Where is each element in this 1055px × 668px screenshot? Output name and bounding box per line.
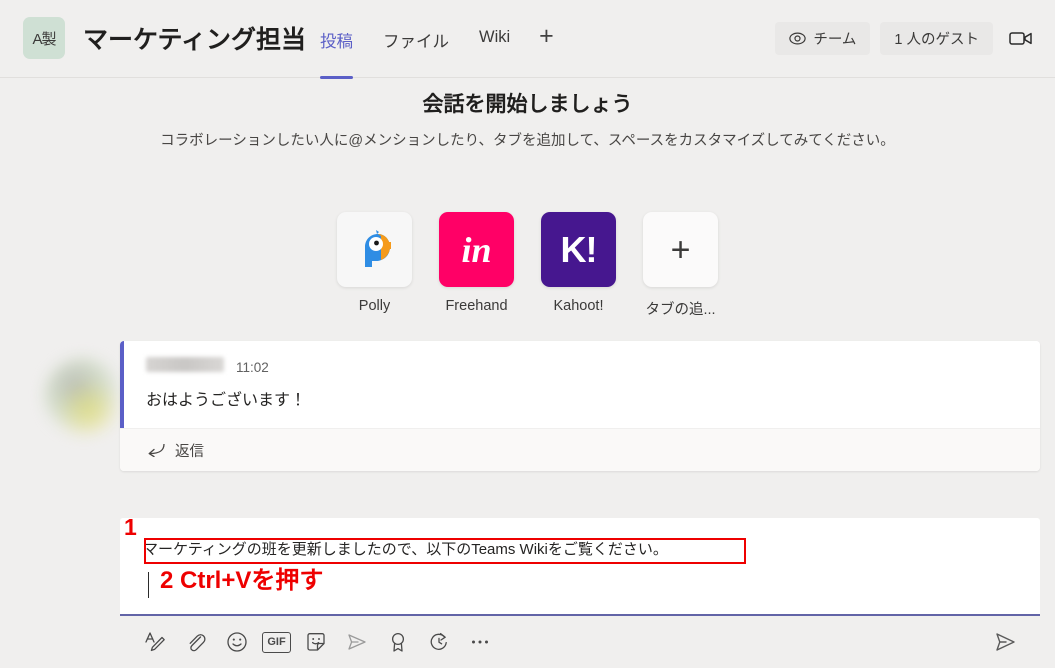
in-logo-text: in <box>461 229 492 270</box>
team-avatar: A製 <box>23 17 65 59</box>
app-tile-polly[interactable]: Polly <box>337 212 413 319</box>
message-body: 11:02 おはようございます！ <box>120 341 1040 428</box>
tab-files[interactable]: ファイル <box>368 28 464 52</box>
tab-posts[interactable]: 投稿 <box>305 28 368 79</box>
app-tiles: Polly in Freehand K! Kahoot! + タブの追... <box>0 212 1055 319</box>
send-button[interactable] <box>988 625 1022 659</box>
video-camera-icon[interactable] <box>1003 22 1039 55</box>
reply-label: 返信 <box>175 443 204 460</box>
app-tile-add[interactable]: + タブの追... <box>643 212 719 319</box>
plus-glyph: + <box>670 230 691 269</box>
app-header: A製 マーケティング担当 投稿 ファイル Wiki + チーム 1 人のゲスト <box>0 0 1055 79</box>
app-tile-label: タブの追... <box>645 302 716 318</box>
app-tile-label: Kahoot! <box>553 298 604 314</box>
more-icon[interactable] <box>464 626 496 658</box>
format-icon[interactable] <box>139 626 171 658</box>
polly-parrot-icon <box>337 212 412 287</box>
app-tile-label: Freehand <box>445 298 508 314</box>
praise-icon[interactable] <box>382 626 414 658</box>
invision-in-icon: in <box>439 212 514 287</box>
message-card: 11:02 おはようございます！ 返信 <box>120 341 1040 471</box>
message-author <box>146 357 224 372</box>
guest-pill-label: 1 人のゲスト <box>894 32 979 48</box>
app-tile-kahoot[interactable]: K! Kahoot! <box>541 212 617 319</box>
schedule-icon[interactable] <box>423 626 455 658</box>
header-actions: チーム 1 人のゲスト <box>775 22 1039 55</box>
annotation-step-2: 2 Ctrl+Vを押す <box>160 567 324 594</box>
text-cursor <box>148 572 149 598</box>
avatar <box>44 358 122 436</box>
team-members-button[interactable]: チーム <box>775 22 871 55</box>
add-tab-button[interactable]: + <box>525 24 568 49</box>
welcome-subtitle: コラボレーションしたい人に@メンションしたり、タブを追加して、スペースをカスタマ… <box>160 133 895 149</box>
team-pill-label: チーム <box>813 32 857 48</box>
stream-icon[interactable] <box>341 626 373 658</box>
eye-icon <box>789 32 807 45</box>
welcome-title: 会話を開始しましょう <box>422 93 633 116</box>
channel-tabs: 投稿 ファイル Wiki + <box>305 24 568 79</box>
team-name: マーケティング担当 <box>83 26 307 54</box>
message-meta: 11:02 <box>146 357 1022 376</box>
tab-wiki[interactable]: Wiki <box>464 28 525 47</box>
annotation-step-1: 1 <box>124 514 137 540</box>
guest-count-button[interactable]: 1 人のゲスト <box>880 22 993 55</box>
compose-toolbar: GIF <box>120 616 1040 668</box>
message-text: おはようございます！ <box>146 392 307 409</box>
plus-icon: + <box>643 212 718 287</box>
app-tile-freehand[interactable]: in Freehand <box>439 212 515 319</box>
app-tile-label: Polly <box>358 298 391 314</box>
k-logo-text: K! <box>560 228 598 270</box>
reply-arrow-icon <box>146 443 165 457</box>
compose-tool-icons: GIF <box>120 626 496 658</box>
reply-button[interactable]: 返信 <box>120 428 1040 471</box>
kahoot-k-icon: K! <box>541 212 616 287</box>
emoji-icon[interactable] <box>221 626 253 658</box>
attach-icon[interactable] <box>180 626 212 658</box>
message-timestamp: 11:02 <box>236 360 269 375</box>
gif-icon[interactable]: GIF <box>262 631 291 653</box>
compose-input-text[interactable]: マーケティングの班を更新しましたので、以下のTeams Wikiをご覧ください。 <box>143 538 668 559</box>
sticker-icon[interactable] <box>300 626 332 658</box>
